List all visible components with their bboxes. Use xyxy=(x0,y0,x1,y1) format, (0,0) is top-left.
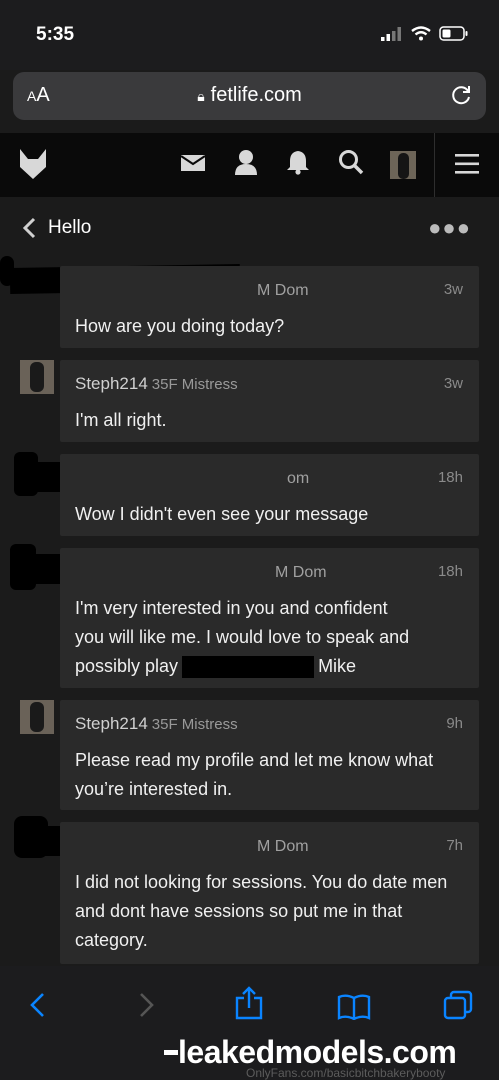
status-time: 5:35 xyxy=(36,24,75,45)
forward-icon[interactable] xyxy=(136,992,156,1018)
message-text: I'm very interested in you and confident… xyxy=(75,594,465,681)
message-time: 7h xyxy=(446,837,463,854)
message-bubble: M Dom 18h I'm very interested in you and… xyxy=(60,548,479,688)
fetlife-logo-icon[interactable] xyxy=(18,147,48,181)
url-display[interactable]: 🔒︎ fetlife.com xyxy=(13,84,486,107)
redaction xyxy=(182,656,315,679)
bell-icon[interactable] xyxy=(286,149,310,175)
message-bubble: M Dom 7h I did not looking for sessions.… xyxy=(60,822,479,964)
thread-header: Hello ●●● xyxy=(0,197,499,257)
watermark-underscore xyxy=(164,1050,178,1055)
share-icon[interactable] xyxy=(234,986,264,1020)
message-time: 9h xyxy=(446,715,463,732)
back-icon[interactable] xyxy=(28,992,48,1018)
thread-title[interactable]: Hello xyxy=(48,217,91,239)
wifi-icon xyxy=(411,26,431,41)
message-bubble: om 18h Wow I didn't even see your messag… xyxy=(60,454,479,536)
message-text: I did not looking for sessions. You do d… xyxy=(75,872,448,950)
lock-icon: 🔒︎ xyxy=(197,88,205,104)
watermark-faded: OnlyFans.com/basicbitchbakerybooty xyxy=(246,1066,446,1080)
url-text: fetlife.com xyxy=(210,84,302,106)
battery-icon xyxy=(439,26,468,41)
message-sender: M Dom xyxy=(257,282,309,299)
message-time: 3w xyxy=(443,375,463,392)
mail-icon[interactable] xyxy=(180,153,206,173)
message-text: Wow I didn't even see your message xyxy=(75,504,369,524)
message-sender: M Dom xyxy=(257,838,309,855)
back-chevron-icon[interactable] xyxy=(22,217,36,239)
message-time: 18h xyxy=(437,469,463,486)
message-text: I'm all right. xyxy=(75,410,167,430)
tabs-icon[interactable] xyxy=(443,990,473,1020)
hamburger-menu-icon[interactable] xyxy=(455,153,479,175)
message-sender[interactable]: Steph214 35F Mistress xyxy=(75,714,238,734)
status-icons xyxy=(381,26,469,41)
profile-avatar[interactable] xyxy=(390,151,416,179)
cellular-signal-icon xyxy=(381,26,401,41)
message-text: How are you doing today? xyxy=(75,316,285,336)
message-sender: om xyxy=(287,470,310,487)
nav-divider xyxy=(434,133,435,197)
message-bubble: Steph214 35F Mistress 9h Please read my p… xyxy=(60,700,479,810)
sender-avatar[interactable] xyxy=(20,360,54,394)
address-bar[interactable]: AA 🔒︎ fetlife.com xyxy=(13,72,486,120)
message-text: Please read my profile and let me know w… xyxy=(75,750,434,799)
message-bubble: Steph214 35F Mistress 3w I'm all right. xyxy=(60,360,479,442)
message-time: 3w xyxy=(443,281,463,298)
message-sender: M Dom xyxy=(275,564,327,581)
message-sender[interactable]: Steph214 35F Mistress xyxy=(75,374,238,394)
message-time: 18h xyxy=(437,563,463,580)
message-bubble: M Dom 3w How are you doing today? xyxy=(60,266,479,348)
reload-icon[interactable] xyxy=(448,82,474,108)
status-bar: 5:35 xyxy=(0,0,499,70)
bookmarks-icon[interactable] xyxy=(337,994,371,1020)
user-icon[interactable] xyxy=(234,149,258,175)
more-options-icon[interactable]: ●●● xyxy=(428,215,471,241)
site-nav xyxy=(0,133,499,198)
search-icon[interactable] xyxy=(338,149,364,175)
sender-avatar[interactable] xyxy=(20,700,54,734)
